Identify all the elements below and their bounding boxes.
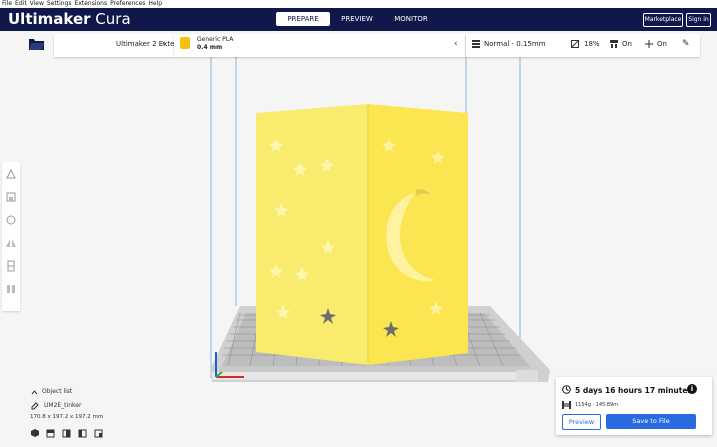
move-tool-button[interactable] [2,162,20,185]
material-usage: 1154g · 145.89m [575,402,619,408]
chevron-up-icon[interactable] [31,389,38,396]
move-icon [6,168,16,178]
front-view-icon[interactable] [46,428,56,438]
mirror-tool-button[interactable] [2,231,20,254]
profile-name: Normal - 0.15mm [484,40,546,48]
3d-view-icon[interactable] [30,428,40,438]
per-model-settings-button[interactable] [2,254,20,277]
per-model-icon [7,260,15,271]
support-blocker-button[interactable] [2,277,20,300]
preview-button[interactable]: Preview [562,414,601,430]
material-name: Generic PLA [197,36,234,43]
support-blocker-icon [7,284,15,293]
pencil-icon[interactable] [31,402,39,410]
right-view-icon[interactable] [94,428,104,438]
object-list-toggle[interactable]: Object list [42,388,72,395]
infill-icon [571,40,579,48]
camera-view-buttons [30,428,104,438]
spool-icon [562,401,571,409]
chevron-left-icon: ‹ [454,39,458,49]
chevron-left-icon: ‹ [162,39,166,49]
infill-value: 18% [584,40,600,48]
adhesion-icon [645,40,653,48]
adhesion-value: On [657,40,667,48]
scale-tool-button[interactable] [2,185,20,208]
material-spool-icon [180,37,190,49]
rotate-tool-button[interactable] [2,208,20,231]
support-icon [610,40,618,48]
layer-height-icon [472,40,480,48]
object-dimensions: 170.8 x 197.2 x 197.2 mm [30,414,104,420]
rotate-icon [6,215,16,224]
lantern-model[interactable] [256,104,468,365]
open-file-icon[interactable] [29,38,44,50]
info-icon[interactable]: i [687,384,697,394]
top-view-icon[interactable] [62,428,72,438]
left-view-icon[interactable] [78,428,88,438]
save-to-file-button[interactable]: Save to File [606,414,696,429]
support-value: On [622,40,632,48]
scale-icon [6,192,16,201]
mirror-icon [6,238,16,247]
pencil-icon[interactable]: ✎ [682,39,690,49]
object-name: UM2E_tinker [44,402,82,409]
tool-sidebar [2,162,20,311]
nozzle-size: 0.4 mm [197,44,223,51]
clock-icon [562,385,571,394]
print-time: 5 days 16 hours 17 minutes [575,386,692,395]
printer-selector[interactable]: Ultimaker 2 Extended+ ‹ [54,34,198,57]
print-estimate-panel: 5 days 16 hours 17 minutes i 1154g · 145… [556,377,712,435]
